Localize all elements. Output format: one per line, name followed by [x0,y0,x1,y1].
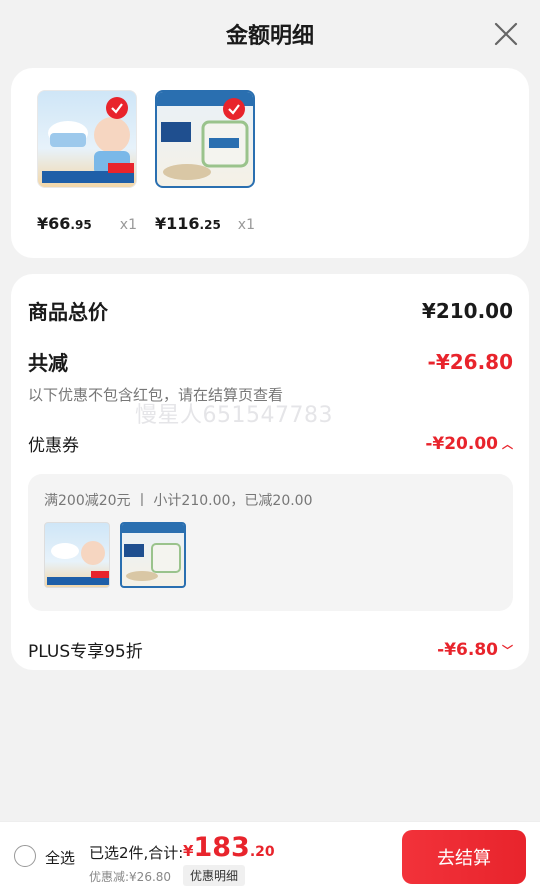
discount-label: 共减 [28,351,68,375]
product-price: ¥116.25 [155,214,221,233]
coupon-row[interactable]: 优惠券 -¥20.00 ︿ [28,431,513,457]
discount-summary: 优惠减:¥26.80 [89,870,172,884]
coupon-value[interactable]: -¥20.00 ︿ [425,434,513,454]
discount-row: 共减 -¥26.80 [28,347,513,376]
plus-label: PLUS专享95折 [28,642,143,662]
bottom-bar: 全选 已选2件,合计: ¥183.20 优惠减:¥26.80 优惠明细 去结算 [0,821,540,891]
product-item[interactable]: ¥66.95 x1 [37,90,147,258]
total-label: 商品总价 [28,300,108,324]
product-qty: x1 [119,217,137,233]
product-image-baby-cream[interactable] [37,90,137,188]
total-amount: ¥183.20 [183,832,275,863]
product-qty: x1 [237,217,255,233]
chevron-up-icon: ︿ [502,437,513,451]
coupon-detail-box: 满200减20元 丨 小计210.00，已减20.00 [28,474,513,611]
discount-note: 以下优惠不包含红包，请在结算页查看 [28,386,284,404]
discount-value: -¥26.80 [427,349,513,374]
checkout-button[interactable]: 去结算 [402,830,526,884]
check-icon [223,98,245,120]
coupon-detail: 满200减20元 丨 小计210.00，已减20.00 [44,493,313,509]
chevron-down-icon: ﹀ [502,643,513,657]
product-price: ¥66.95 [37,214,92,233]
coupon-label: 优惠券 [28,436,79,456]
coupon-product-thumb [44,522,110,588]
plus-value[interactable]: -¥6.80 ﹀ [437,640,513,660]
product-item[interactable]: ¥116.25 x1 [155,90,265,258]
products-card: ¥66.95 x1 ¥116.25 x1 [11,68,529,258]
detail-tag-button[interactable]: 优惠明细 [183,865,246,886]
header: 金额明细 [0,0,540,68]
plus-row[interactable]: PLUS专享95折 -¥6.80 ﹀ [28,637,513,663]
total-row: 商品总价 ¥210.00 [28,296,513,325]
total-value: ¥210.00 [421,298,513,323]
page-title: 金额明细 [225,24,314,49]
select-all-label[interactable]: 全选 [45,847,75,868]
check-icon [106,97,128,119]
select-all-radio[interactable] [14,845,36,867]
close-icon[interactable] [492,20,520,48]
selected-info: 已选2件,合计: [89,844,184,862]
coupon-product-thumb [120,522,186,588]
summary-card: 商品总价 ¥210.00 共减 -¥26.80 以下优惠不包含红包，请在结算页查… [11,274,529,670]
product-image-cetaphil[interactable] [155,90,255,188]
